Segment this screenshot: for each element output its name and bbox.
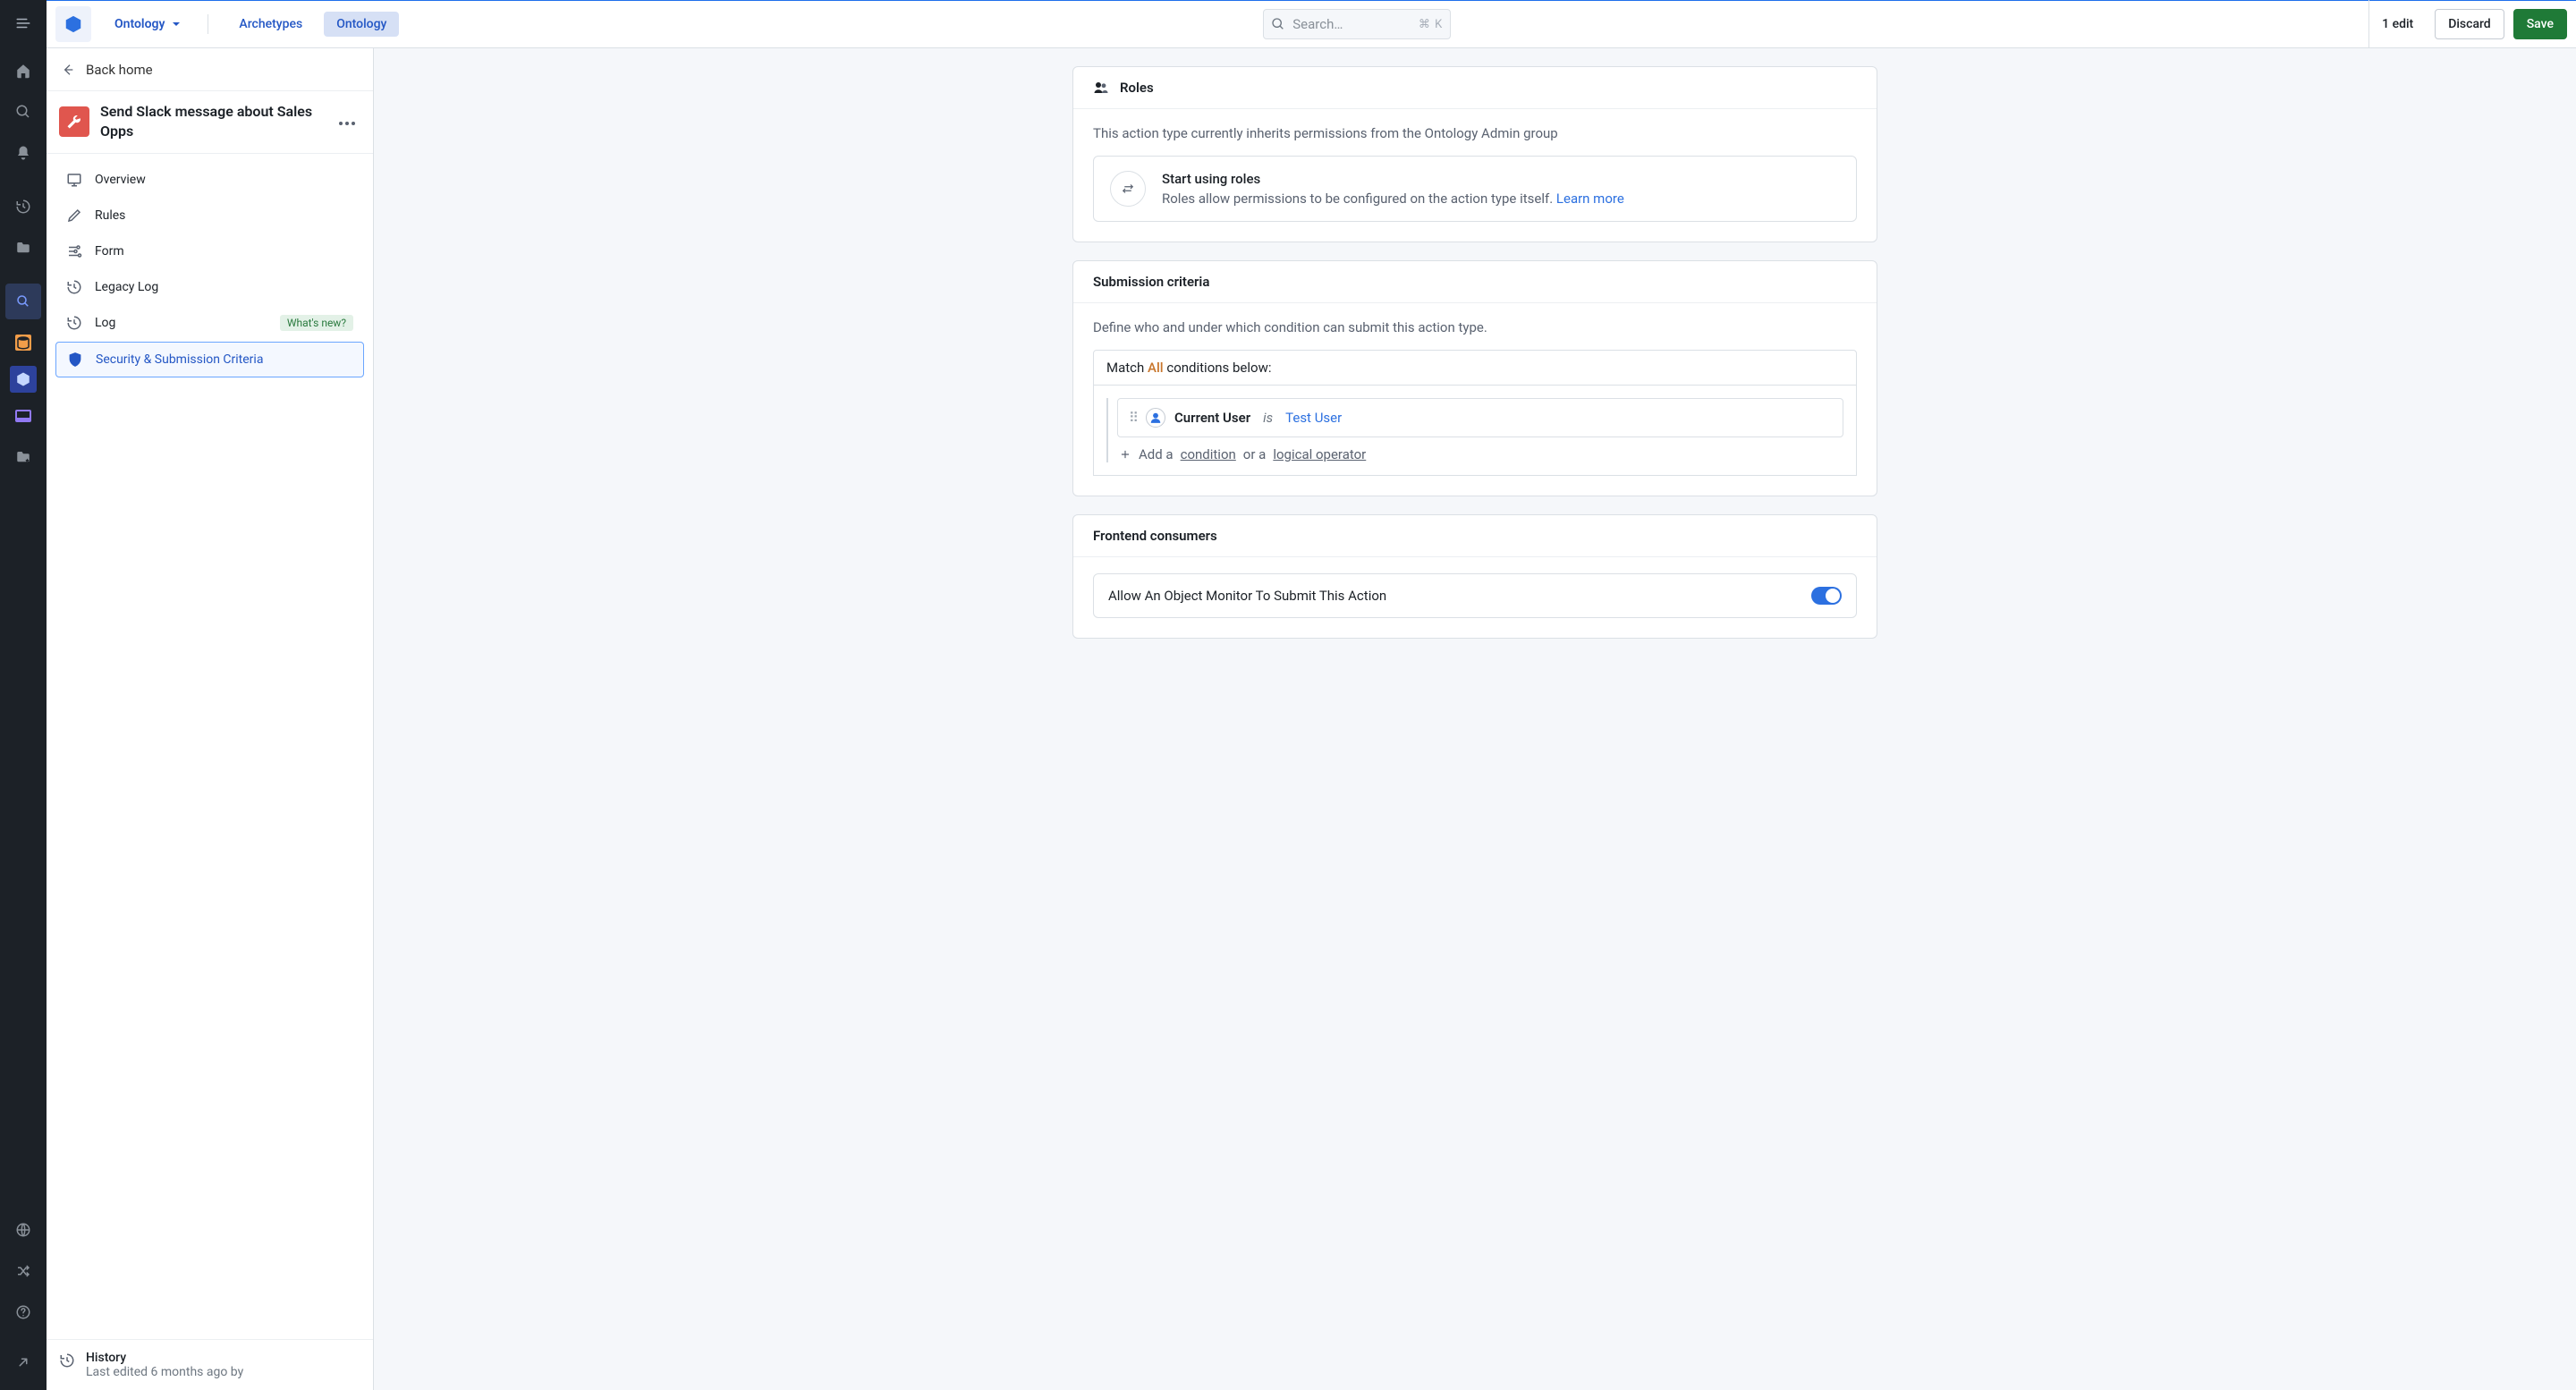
nav-label: Form (95, 244, 124, 259)
globe-icon[interactable] (5, 1212, 41, 1248)
submission-subtext: Define who and under which condition can… (1093, 319, 1857, 335)
chevron-down-icon (172, 20, 181, 29)
wrench-icon (59, 106, 89, 137)
history-icon (59, 1352, 75, 1369)
action-title-row: Send Slack message about Sales Opps (47, 91, 373, 154)
history-footer[interactable]: History Last edited 6 months ago by (47, 1339, 373, 1390)
nav-label: Rules (95, 208, 125, 223)
object-monitor-toggle[interactable] (1811, 587, 1842, 605)
tab-archetypes[interactable]: Archetypes (226, 12, 315, 37)
learn-more-link[interactable]: Learn more (1556, 191, 1624, 207)
home-icon[interactable] (5, 53, 41, 89)
plus-icon (1119, 448, 1131, 461)
discard-button[interactable]: Discard (2435, 9, 2504, 39)
condition-operator: is (1263, 410, 1273, 426)
search-placeholder: Search… (1292, 16, 1411, 32)
roles-card: Roles This action type currently inherit… (1072, 66, 1877, 242)
frontend-title: Frontend consumers (1093, 528, 1217, 544)
topbar: Ontology Archetypes Ontology Search… ⌘ K… (47, 0, 2576, 48)
dots-icon (339, 122, 355, 125)
brand-tile-icon[interactable] (55, 6, 91, 42)
folder-rail-icon[interactable] (5, 230, 41, 266)
add-condition-button[interactable]: Add a condition or a logical operator (1117, 437, 1843, 462)
condition-subject: Current User (1174, 410, 1250, 426)
side-panel: Back home Send Slack message about Sales… (47, 48, 374, 1390)
main-content: Roles This action type currently inherit… (374, 48, 2576, 1390)
roles-title: Roles (1120, 80, 1154, 96)
nav-list: Overview Rules Form Legacy Log Log (47, 154, 373, 386)
nav-label: Legacy Log (95, 280, 158, 294)
shield-icon (67, 352, 83, 368)
action-title: Send Slack message about Sales Opps (100, 102, 323, 140)
match-mode-value: All (1148, 360, 1164, 376)
nav-label: Log (95, 316, 115, 330)
menu-toggle-icon[interactable] (5, 5, 41, 41)
monitor-rail-icon[interactable] (5, 398, 41, 434)
search-shortcut: ⌘ K (1419, 18, 1443, 31)
whats-new-badge: What's new? (280, 315, 353, 331)
history-rail-icon[interactable] (5, 189, 41, 225)
sliders-icon (66, 243, 82, 259)
object-monitor-toggle-row: Allow An Object Monitor To Submit This A… (1093, 573, 1857, 618)
start-roles-box: Start using roles Roles allow permission… (1093, 156, 1857, 222)
edits-count[interactable]: 1 edit (2368, 0, 2426, 48)
submission-title: Submission criteria (1093, 274, 1209, 290)
nav-label: Overview (95, 173, 146, 187)
history-icon (66, 279, 82, 295)
start-roles-sub: Roles allow permissions to be configured… (1162, 191, 1553, 207)
history-title: History (86, 1351, 243, 1365)
frontend-card: Frontend consumers Allow An Object Monit… (1072, 514, 1877, 639)
shuffle-icon[interactable] (5, 1253, 41, 1289)
nav-label: Security & Submission Criteria (96, 352, 263, 367)
transfer-icon (1110, 171, 1146, 207)
search-icon (1271, 17, 1285, 31)
help-icon[interactable] (5, 1294, 41, 1330)
back-home-button[interactable]: Back home (47, 48, 373, 91)
ontology-dropdown[interactable]: Ontology (106, 12, 190, 37)
nav-rules[interactable]: Rules (55, 199, 364, 233)
history-subtitle: Last edited 6 months ago by (86, 1365, 243, 1379)
user-icon (1146, 408, 1165, 428)
notifications-icon[interactable] (5, 135, 41, 171)
toggle-label: Allow An Object Monitor To Submit This A… (1108, 588, 1386, 604)
add-logical-operator-link[interactable]: logical operator (1273, 446, 1366, 462)
submission-card: Submission criteria Define who and under… (1072, 260, 1877, 496)
expand-icon[interactable] (5, 1344, 41, 1380)
left-rail (0, 0, 47, 1390)
condition-value[interactable]: Test User (1285, 410, 1342, 426)
people-icon (1093, 80, 1109, 96)
match-mode-selector[interactable]: Match All conditions below: (1093, 350, 1857, 386)
arrow-left-icon (61, 63, 75, 77)
nav-log[interactable]: Log What's new? (55, 306, 364, 340)
search-active-icon[interactable] (5, 284, 41, 319)
data-rail-icon[interactable] (5, 325, 41, 360)
start-roles-title: Start using roles (1162, 171, 1624, 187)
condition-row[interactable]: ⠿ Current User is Test User (1117, 398, 1843, 437)
add-condition-link[interactable]: condition (1181, 446, 1236, 462)
drag-handle-icon[interactable]: ⠿ (1129, 410, 1137, 426)
monitor-icon (66, 172, 82, 188)
save-button[interactable]: Save (2513, 9, 2567, 39)
search-input[interactable]: Search… ⌘ K (1263, 9, 1451, 39)
nav-security[interactable]: Security & Submission Criteria (55, 342, 364, 377)
nav-overview[interactable]: Overview (55, 163, 364, 197)
more-options-button[interactable] (334, 109, 360, 134)
roles-inherit-text: This action type currently inherits perm… (1093, 125, 1857, 141)
pencil-icon (66, 208, 82, 224)
back-home-label: Back home (86, 62, 153, 78)
nav-legacy-log[interactable]: Legacy Log (55, 270, 364, 304)
tab-ontology[interactable]: Ontology (324, 12, 399, 37)
ontology-dropdown-label: Ontology (114, 17, 165, 31)
ontology-rail-icon[interactable] (10, 366, 37, 393)
folder-star-icon[interactable] (5, 439, 41, 475)
history-icon (66, 315, 82, 331)
nav-form[interactable]: Form (55, 234, 364, 268)
search-rail-icon[interactable] (5, 94, 41, 130)
